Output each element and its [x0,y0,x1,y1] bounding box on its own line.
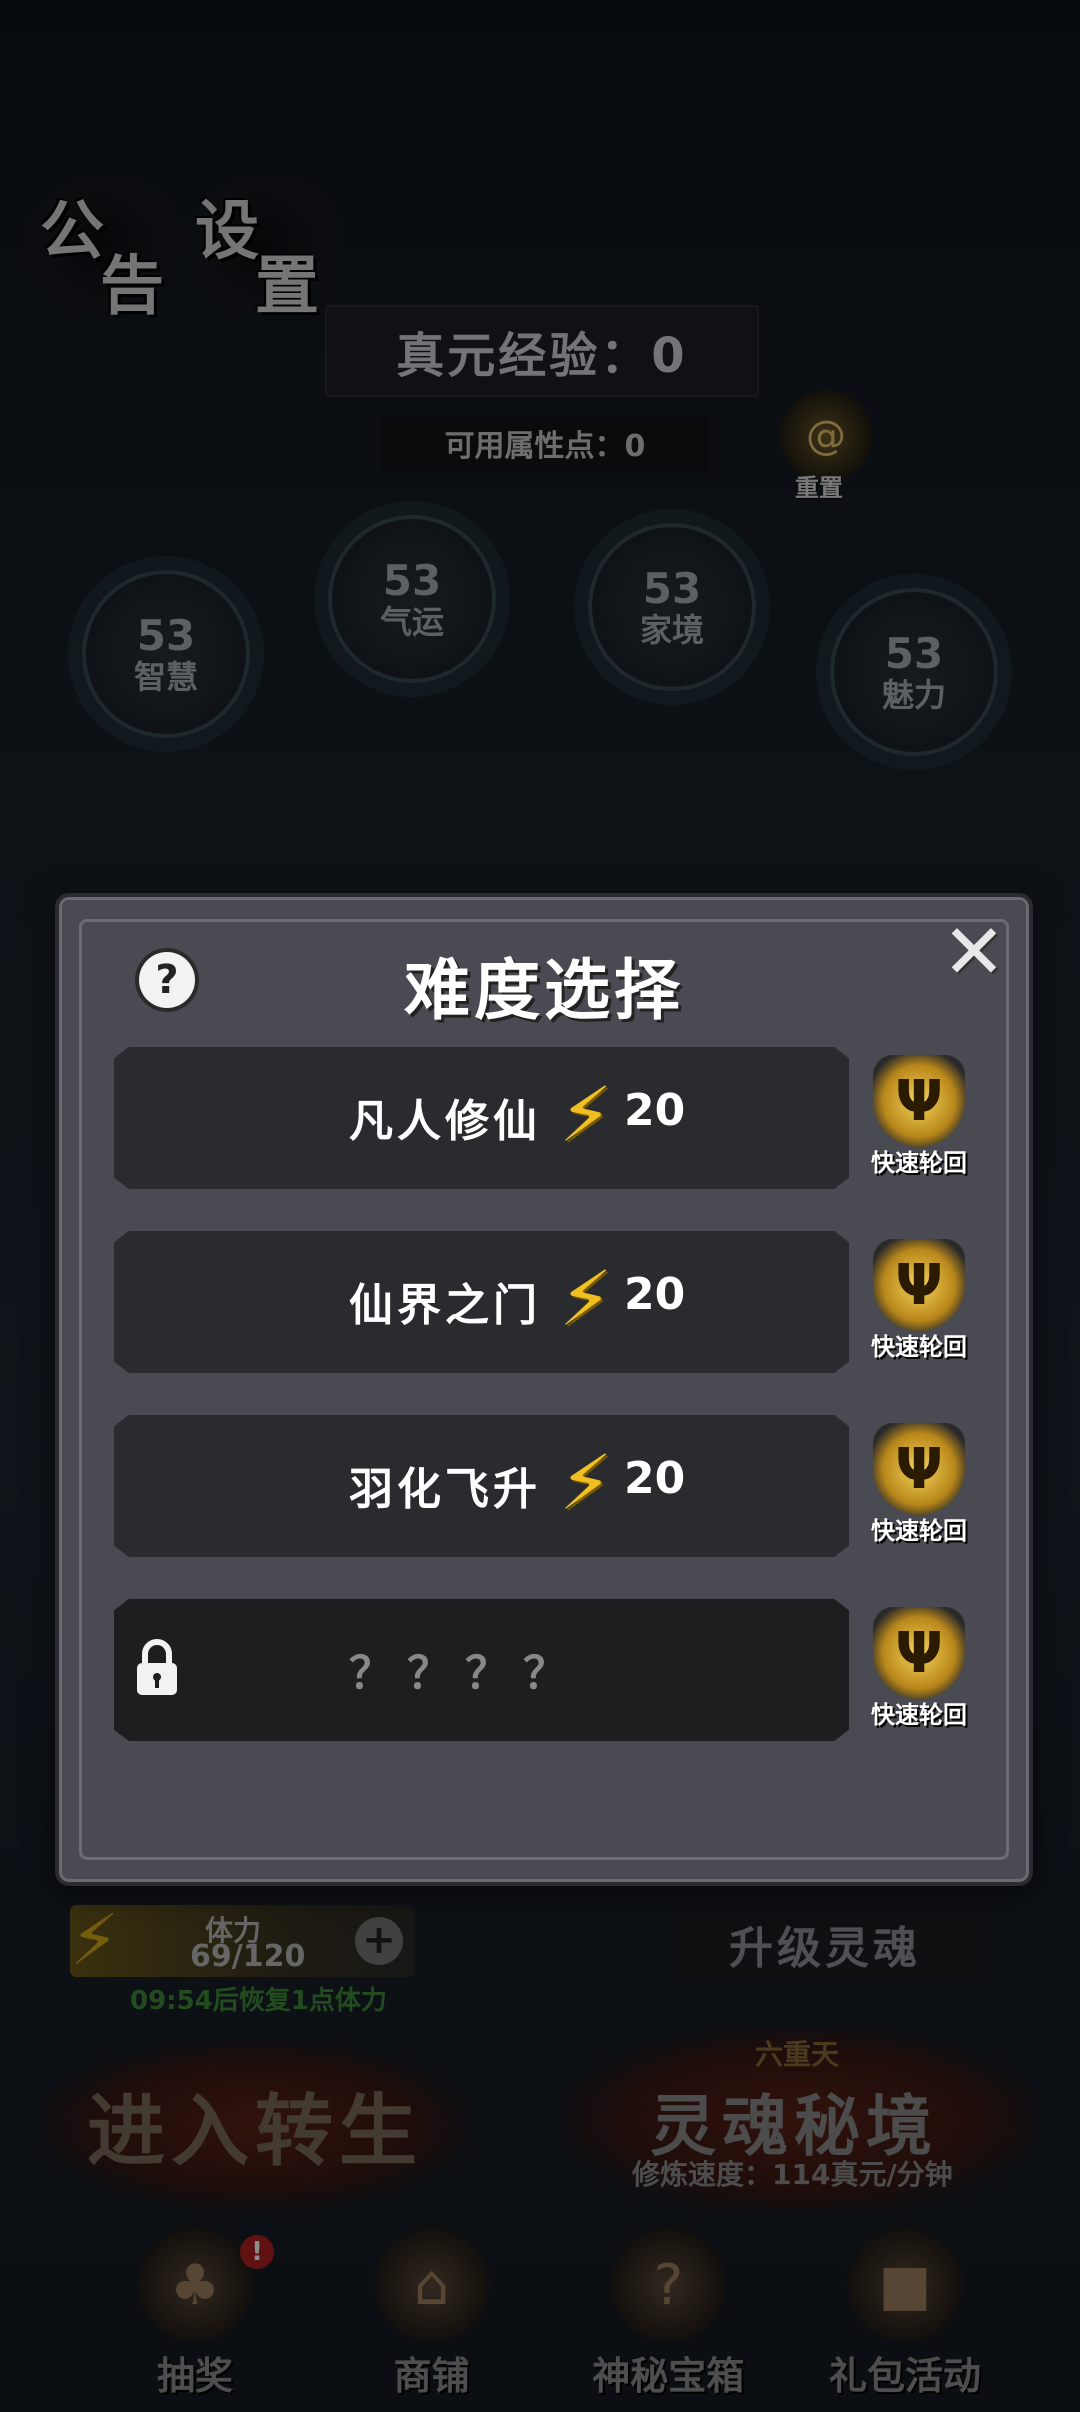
difficulty-row-locked[interactable]: ？？？？ [114,1599,849,1741]
lightning-icon: ⚡ [559,1254,613,1343]
difficulty-cost: 20 [624,1085,686,1136]
trident-icon: Ψ [873,1239,965,1331]
fast-reincarnation-button[interactable]: Ψ 快速轮回 [859,1239,979,1369]
difficulty-row-ascension[interactable]: 羽化飞升 ⚡ 20 [114,1415,849,1557]
fast-button-label: 快速轮回 [871,1333,967,1361]
trident-icon: Ψ [873,1607,965,1699]
fast-reincarnation-button[interactable]: Ψ 快速轮回 [859,1607,979,1737]
difficulty-row-immortal-gate[interactable]: 仙界之门 ⚡ 20 [114,1231,849,1373]
lock-icon [137,1639,177,1695]
difficulty-modal: ? 难度选择 ✕ 凡人修仙 ⚡ 20 Ψ 快速轮回 仙界之门 ⚡ 20 Ψ 快速… [55,893,1033,1886]
difficulty-cost: 20 [624,1453,686,1504]
lightning-icon: ⚡ [559,1070,613,1159]
fast-button-label: 快速轮回 [871,1701,967,1729]
difficulty-name: 羽化飞升 [349,1464,541,1515]
lightning-icon: ⚡ [559,1438,613,1527]
fast-reincarnation-button[interactable]: Ψ 快速轮回 [859,1055,979,1185]
difficulty-name: 凡人修仙 [349,1096,541,1147]
modal-title: 难度选择 [404,952,684,1029]
difficulty-row-mortal[interactable]: 凡人修仙 ⚡ 20 [114,1047,849,1189]
fast-reincarnation-button[interactable]: Ψ 快速轮回 [859,1423,979,1553]
fast-button-label: 快速轮回 [871,1517,967,1545]
close-icon[interactable]: ✕ [939,914,1009,990]
difficulty-name: 仙界之门 [349,1280,541,1331]
difficulty-cost: 20 [624,1269,686,1320]
fast-button-label: 快速轮回 [871,1149,967,1177]
trident-icon: Ψ [873,1423,965,1515]
difficulty-name: ？？？？ [349,1648,581,1699]
trident-icon: Ψ [873,1055,965,1147]
